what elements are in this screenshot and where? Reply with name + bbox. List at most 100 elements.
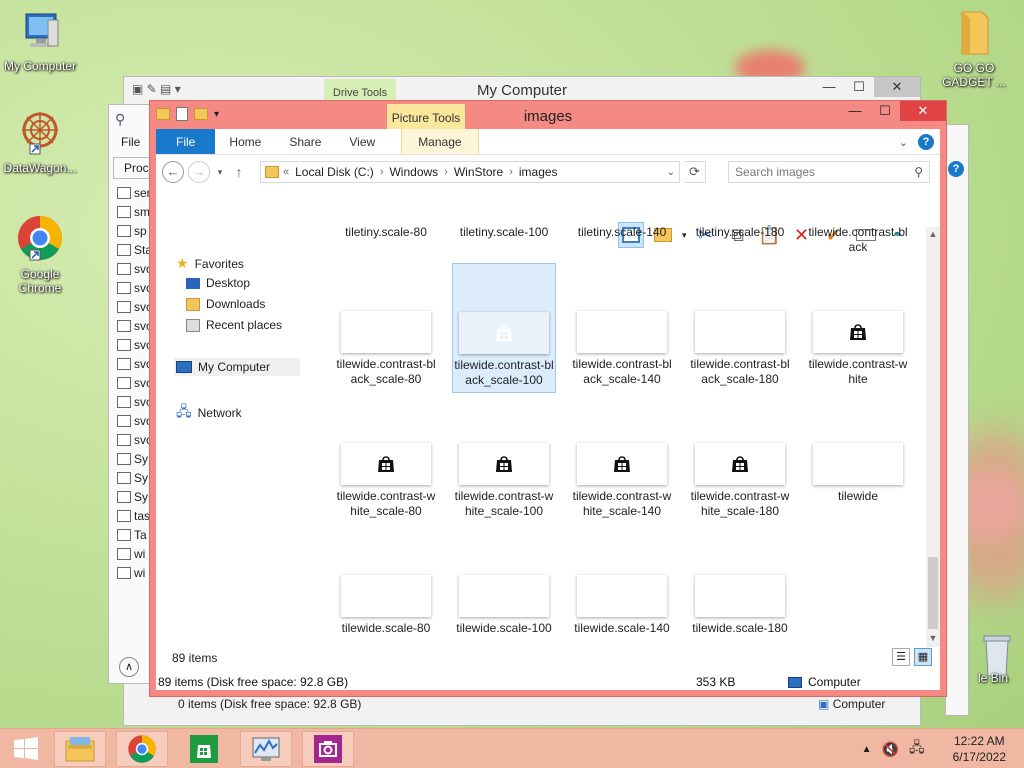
taskbar-windows-store[interactable] — [178, 731, 230, 767]
scrollbar-thumb[interactable] — [928, 557, 938, 629]
collapse-button[interactable]: ∧ — [119, 657, 139, 677]
nav-recent-places[interactable]: Recent places — [186, 318, 282, 332]
close-button[interactable]: ✕ — [874, 77, 920, 97]
breadcrumb-windows[interactable]: Windows — [383, 165, 444, 179]
desktop-icon-my-computer[interactable]: My Computer — [0, 10, 80, 73]
desktop-icon-go-go-gadget[interactable]: GO GO GADGET ... — [934, 8, 1014, 89]
file-item[interactable]: tilewide.scale-180 — [688, 575, 792, 636]
clock[interactable]: 12:22 AM 6/17/2022 — [953, 733, 1006, 765]
tab-share[interactable]: Share — [275, 129, 335, 154]
chrome-icon — [128, 735, 156, 763]
file-item[interactable]: tilewide — [806, 443, 910, 504]
back-button[interactable]: ← — [162, 161, 184, 183]
network-status-icon[interactable]: 🖧 — [909, 737, 925, 761]
maximize-button[interactable]: ☐ — [870, 101, 900, 121]
maximize-button[interactable]: ☐ — [844, 77, 874, 97]
file-item[interactable]: tilewide.contrast-white_scale-80 — [334, 443, 438, 519]
file-name: tilewide.contrast-white — [808, 357, 908, 386]
file-item[interactable]: tiletiny.scale-80 — [334, 227, 438, 240]
taskbar-google-chrome[interactable] — [116, 731, 168, 767]
up-button[interactable]: ↑ — [230, 164, 248, 180]
computer-icon: ▣ — [818, 697, 830, 711]
file-name: tilewide.contrast-black_scale-140 — [572, 357, 672, 386]
file-name: tiletiny.scale-180 — [695, 227, 785, 239]
tab-home[interactable]: Home — [215, 129, 275, 154]
desktop-icon-datawagon[interactable]: DataWagon... — [0, 110, 80, 175]
expand-ribbon-icon[interactable]: ⌄ — [899, 136, 908, 149]
ribbon-tabs: File Home Share View Manage ⌄ ? — [156, 129, 940, 155]
store-icon — [190, 735, 218, 763]
recent-locations-icon[interactable]: ▾ — [214, 167, 226, 178]
refresh-button[interactable]: ⟳ — [684, 161, 706, 183]
file-item[interactable]: tilewide.scale-140 — [570, 575, 674, 636]
minimize-button[interactable]: — — [814, 77, 844, 97]
address-dropdown-icon[interactable]: ⌄ — [667, 167, 675, 178]
store-bag-icon — [496, 325, 512, 341]
file-thumbnail — [459, 312, 549, 354]
breadcrumb-local-disk[interactable]: Local Disk (C:) — [289, 165, 380, 179]
start-button[interactable] — [0, 731, 52, 767]
file-item[interactable]: tiletiny.scale-100 — [452, 227, 556, 240]
process-icon — [117, 186, 131, 199]
tab-view[interactable]: View — [335, 129, 389, 154]
taskbar-performance-monitor[interactable] — [240, 731, 292, 767]
scroll-down-icon[interactable]: ▼ — [926, 633, 940, 643]
process-icon — [117, 300, 131, 313]
file-item[interactable]: tilewide.contrast-white — [806, 311, 910, 387]
file-item[interactable]: tilewide.contrast-black_scale-100 — [452, 263, 556, 393]
file-name: tiletiny.scale-100 — [459, 227, 549, 239]
process-icon — [117, 566, 131, 579]
close-button[interactable]: ✕ — [900, 101, 946, 121]
file-item[interactable]: tilewide.contrast-black_scale-140 — [570, 311, 674, 387]
file-item[interactable]: tiletiny.scale-140 — [570, 227, 674, 240]
file-thumbnail — [341, 311, 431, 353]
file-item[interactable]: tilewide.contrast-black — [806, 227, 910, 255]
file-item[interactable]: tilewide.contrast-black_scale-80 — [334, 311, 438, 387]
nav-favorites[interactable]: ★ Favorites — [176, 255, 244, 272]
large-icons-view-button[interactable]: ▦ — [914, 648, 932, 666]
taskbar-camera-app[interactable] — [302, 731, 354, 767]
minimize-button[interactable]: — — [840, 101, 870, 121]
taskbar-file-explorer[interactable] — [54, 731, 106, 767]
breadcrumb-winstore[interactable]: WinStore — [448, 165, 509, 179]
file-item[interactable]: tilewide.contrast-black_scale-180 — [688, 311, 792, 387]
file-item[interactable]: tilewide.scale-80 — [334, 575, 438, 636]
file-thumbnail — [459, 575, 549, 617]
search-input[interactable]: Search images ⚲ — [728, 161, 930, 183]
file-item[interactable]: tilewide.contrast-white_scale-140 — [570, 443, 674, 519]
desktop-icon-google-chrome[interactable]: Google Chrome — [0, 214, 80, 295]
vertical-scrollbar[interactable]: ▲ ▼ — [926, 227, 940, 647]
file-item[interactable]: tilewide.contrast-white_scale-180 — [688, 443, 792, 519]
file-item[interactable]: tilewide.contrast-white_scale-100 — [452, 443, 556, 519]
clock-time: 12:22 AM — [953, 734, 1005, 748]
volume-muted-icon[interactable]: 🔇 — [882, 741, 899, 758]
details-view-button[interactable]: ☰ — [892, 648, 910, 666]
folder-icon — [934, 8, 1014, 59]
address-bar[interactable]: « Local Disk (C:) › Windows › WinStore ›… — [260, 161, 680, 183]
nav-downloads[interactable]: Downloads — [186, 297, 265, 311]
file-explorer-icon — [65, 737, 95, 762]
show-hidden-icons-icon[interactable]: ▲ — [862, 744, 872, 755]
scroll-up-icon[interactable]: ▲ — [926, 229, 940, 239]
process-name: Sy — [134, 470, 149, 485]
process-name: Sy — [134, 489, 149, 504]
file-thumbnail — [813, 311, 903, 353]
breadcrumb-images[interactable]: images — [513, 165, 564, 179]
process-icon — [117, 490, 131, 503]
process-name: sp — [134, 223, 147, 238]
file-name: tilewide.contrast-white_scale-180 — [690, 489, 790, 518]
nav-my-computer[interactable]: My Computer — [174, 358, 301, 376]
file-item[interactable]: tiletiny.scale-180 — [688, 227, 792, 240]
process-icon — [117, 414, 131, 427]
forward-button[interactable]: → — [188, 161, 210, 183]
tab-file[interactable]: File — [156, 129, 216, 154]
nav-network[interactable]: 🖧 Network — [176, 401, 242, 425]
help-icon[interactable]: ? — [918, 134, 934, 150]
file-name: tilewide.contrast-white_scale-100 — [454, 489, 554, 518]
file-thumbnail — [577, 311, 667, 353]
process-icon — [117, 281, 131, 294]
file-item[interactable]: tilewide.scale-100 — [452, 575, 556, 636]
tab-manage[interactable]: Manage — [401, 129, 479, 154]
explorer-window[interactable]: ▾ Picture Tools images — ☐ ✕ File Home S… — [149, 100, 947, 697]
nav-desktop[interactable]: Desktop — [186, 276, 250, 290]
